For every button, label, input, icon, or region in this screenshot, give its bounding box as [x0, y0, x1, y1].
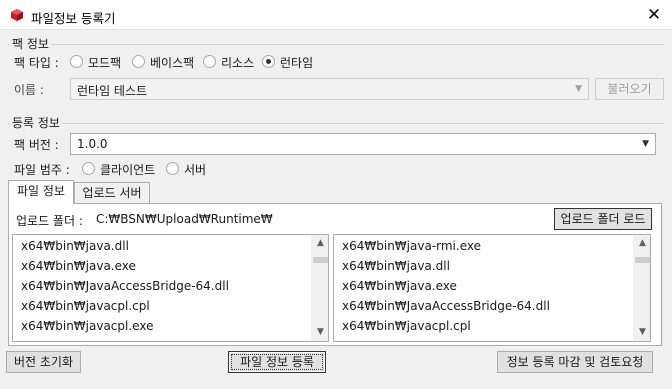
scrollbar[interactable]: ▲ ▼ — [633, 235, 650, 341]
scroll-up-arrow-icon[interactable]: ▲ — [634, 235, 650, 252]
version-combobox[interactable]: 1.0.0 ▼ — [70, 133, 656, 155]
file-category-label: 파일 범주 : — [14, 163, 70, 177]
radio-server[interactable] — [166, 162, 179, 175]
uploaded-file-list[interactable]: x64₩bin₩java-rmi.exe x64₩bin₩java.dll x6… — [333, 234, 651, 342]
upload-folder-label: 업로드 폴더 : — [16, 214, 83, 228]
radio-resource-label: 리소스 — [221, 56, 255, 70]
pack-group-divider — [8, 44, 664, 45]
scrollbar[interactable]: ▲ ▼ — [311, 235, 328, 341]
radio-modpack-label: 모드팩 — [88, 56, 122, 70]
radio-modpack[interactable] — [70, 55, 83, 68]
scroll-thumb[interactable] — [635, 257, 650, 263]
chevron-down-icon: ▼ — [575, 84, 582, 94]
list-item[interactable]: x64₩bin₩javacpl.cpl — [342, 319, 471, 333]
load-button[interactable]: 불러오기 — [595, 78, 664, 100]
scroll-thumb[interactable] — [313, 257, 328, 263]
list-item[interactable]: x64₩bin₩java.exe — [21, 259, 136, 273]
scroll-up-arrow-icon[interactable]: ▲ — [312, 235, 328, 252]
list-item[interactable]: x64₩bin₩JavaAccessBridge-64.dll — [342, 299, 550, 313]
list-item[interactable]: x64₩bin₩javacpl.cpl — [21, 299, 150, 313]
pack-type-label: 팩 타입 : — [14, 56, 59, 70]
name-value: 런타임 테스트 — [77, 84, 148, 98]
pack-group-label: 팩 정보 — [10, 35, 51, 52]
version-value: 1.0.0 — [77, 137, 108, 151]
close-button[interactable]: ✕ — [640, 4, 668, 26]
reset-version-button[interactable]: 버전 초기화 — [6, 351, 81, 373]
radio-client[interactable] — [82, 162, 95, 175]
radio-runtime-label: 런타임 — [280, 56, 314, 70]
scroll-down-arrow-icon[interactable]: ▼ — [312, 324, 328, 341]
list-item[interactable]: x64₩bin₩java.dll — [21, 239, 129, 253]
register-file-info-button[interactable]: 파일 정보 등록 — [228, 351, 326, 373]
finish-review-button[interactable]: 정보 등록 마감 및 검토요청 — [497, 351, 653, 373]
list-item[interactable]: x64₩bin₩java.exe — [342, 279, 457, 293]
tab-upload-server[interactable]: 업로드 서버 — [74, 182, 150, 204]
tab-file-info[interactable]: 파일 정보 — [8, 180, 74, 204]
radio-runtime[interactable] — [262, 55, 275, 68]
window-title: 파일정보 등록기 — [31, 11, 116, 26]
chevron-down-icon: ▼ — [642, 139, 649, 149]
name-combobox[interactable]: 런타임 테스트 ▼ — [70, 78, 589, 100]
list-item[interactable]: x64₩bin₩javacpl.exe — [21, 319, 153, 333]
list-item[interactable]: x64₩bin₩java-rmi.exe — [342, 239, 481, 253]
radio-client-label: 클라이언트 — [100, 163, 156, 177]
local-file-list[interactable]: x64₩bin₩java.dll x64₩bin₩java.exe x64₩bi… — [12, 234, 329, 342]
register-group-label: 등록 정보 — [10, 114, 62, 131]
list-item[interactable]: x64₩bin₩JavaAccessBridge-64.dll — [21, 279, 229, 293]
name-label: 이름 : — [14, 83, 44, 97]
radio-basepack-label: 베이스팩 — [150, 56, 195, 70]
pack-version-label: 팩 버전 : — [14, 138, 59, 152]
upload-folder-load-button[interactable]: 업로드 폴더 로드 — [554, 208, 652, 230]
radio-server-label: 서버 — [184, 163, 207, 177]
radio-resource[interactable] — [203, 55, 216, 68]
list-item[interactable]: x64₩bin₩java.dll — [342, 259, 450, 273]
upload-folder-path: C:₩BSN₩Upload₩Runtime₩ — [96, 212, 273, 226]
title-bar: 파일정보 등록기 ✕ — [0, 0, 672, 30]
radio-basepack[interactable] — [132, 55, 145, 68]
scroll-down-arrow-icon[interactable]: ▼ — [634, 324, 650, 341]
register-group-divider — [8, 123, 664, 124]
app-cube-icon — [11, 9, 23, 21]
